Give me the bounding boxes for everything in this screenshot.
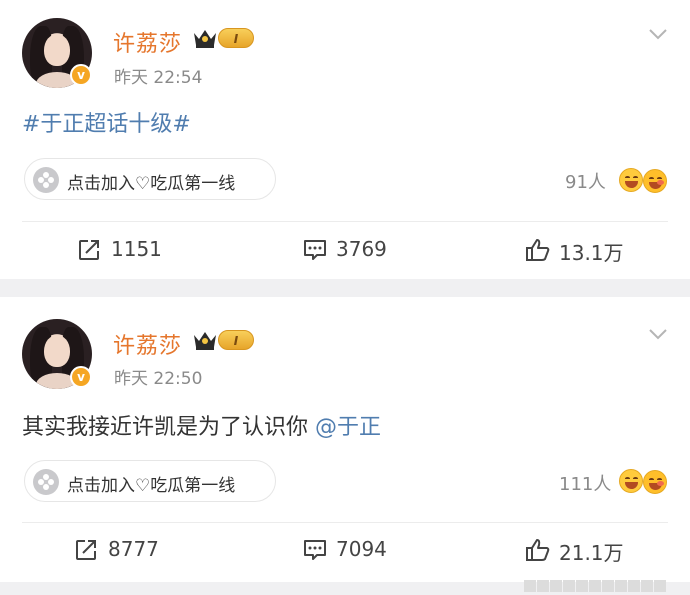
comment-button[interactable]: 7094 <box>302 535 412 565</box>
comment-icon <box>304 240 326 260</box>
flower-icon <box>33 469 59 495</box>
like-button[interactable]: 13.1万 <box>525 235 635 265</box>
thumbs-up-icon <box>526 239 550 261</box>
weibo-post-1: v 许荔莎 I 昨天 22:54 #于正超话十级# 点击加入♡吃瓜第一线 91人… <box>0 0 690 279</box>
join-group-button[interactable]: 点击加入♡吃瓜第一线 <box>24 460 276 502</box>
repost-count: 8777 <box>108 537 159 561</box>
chevron-down-icon[interactable] <box>648 28 668 40</box>
topic-hashtag-link[interactable]: #于正超话十级# <box>22 112 191 137</box>
join-group-label: 点击加入♡吃瓜第一线 <box>67 476 236 496</box>
repost-icon <box>76 540 96 560</box>
chevron-down-icon[interactable] <box>648 328 668 340</box>
crown-icon <box>194 332 216 350</box>
comment-count: 7094 <box>336 537 387 561</box>
comment-button[interactable]: 3769 <box>302 235 412 265</box>
post-time: 昨天 22:50 <box>114 369 203 389</box>
join-group-label: 点击加入♡吃瓜第一线 <box>67 174 236 194</box>
like-count: 21.1万 <box>559 541 624 565</box>
post-time: 昨天 22:54 <box>114 68 203 88</box>
join-group-button[interactable]: 点击加入♡吃瓜第一线 <box>24 158 276 200</box>
username[interactable]: 许荔莎 <box>113 26 182 58</box>
crown-icon <box>194 30 216 48</box>
divider <box>22 522 668 523</box>
user-level-badge: I <box>218 330 254 350</box>
like-count: 13.1万 <box>559 241 624 265</box>
verified-badge-icon: v <box>70 366 92 388</box>
watermark <box>524 577 684 593</box>
repost-button[interactable]: 1151 <box>77 235 187 265</box>
post-content: #于正超话十级# <box>22 106 191 138</box>
repost-count: 1151 <box>111 237 162 261</box>
comment-icon <box>304 540 326 560</box>
flower-icon <box>33 167 59 193</box>
divider <box>22 221 668 222</box>
laughing-emoji-icon <box>643 169 667 193</box>
laughing-emoji-icon <box>619 168 643 192</box>
post-content: 其实我接近许凯是为了认识你 @于正 <box>22 409 381 441</box>
like-button[interactable]: 21.1万 <box>525 535 635 565</box>
thumbs-up-icon <box>526 539 550 561</box>
verified-badge-icon: v <box>70 64 92 86</box>
laughing-emoji-icon <box>643 470 667 494</box>
repost-button[interactable]: 8777 <box>74 535 184 565</box>
joined-count: 111人 <box>559 474 612 495</box>
comment-count: 3769 <box>336 237 387 261</box>
laughing-emoji-icon <box>619 469 643 493</box>
weibo-post-2: v 许荔莎 I 昨天 22:50 其实我接近许凯是为了认识你 @于正 点击加入♡… <box>0 297 690 582</box>
user-level-badge: I <box>218 28 254 48</box>
post-text: 其实我接近许凯是为了认识你 <box>22 415 315 440</box>
mention-link[interactable]: @于正 <box>315 415 381 440</box>
repost-icon <box>79 240 99 260</box>
username[interactable]: 许荔莎 <box>113 328 182 360</box>
joined-count: 91人 <box>565 172 606 193</box>
